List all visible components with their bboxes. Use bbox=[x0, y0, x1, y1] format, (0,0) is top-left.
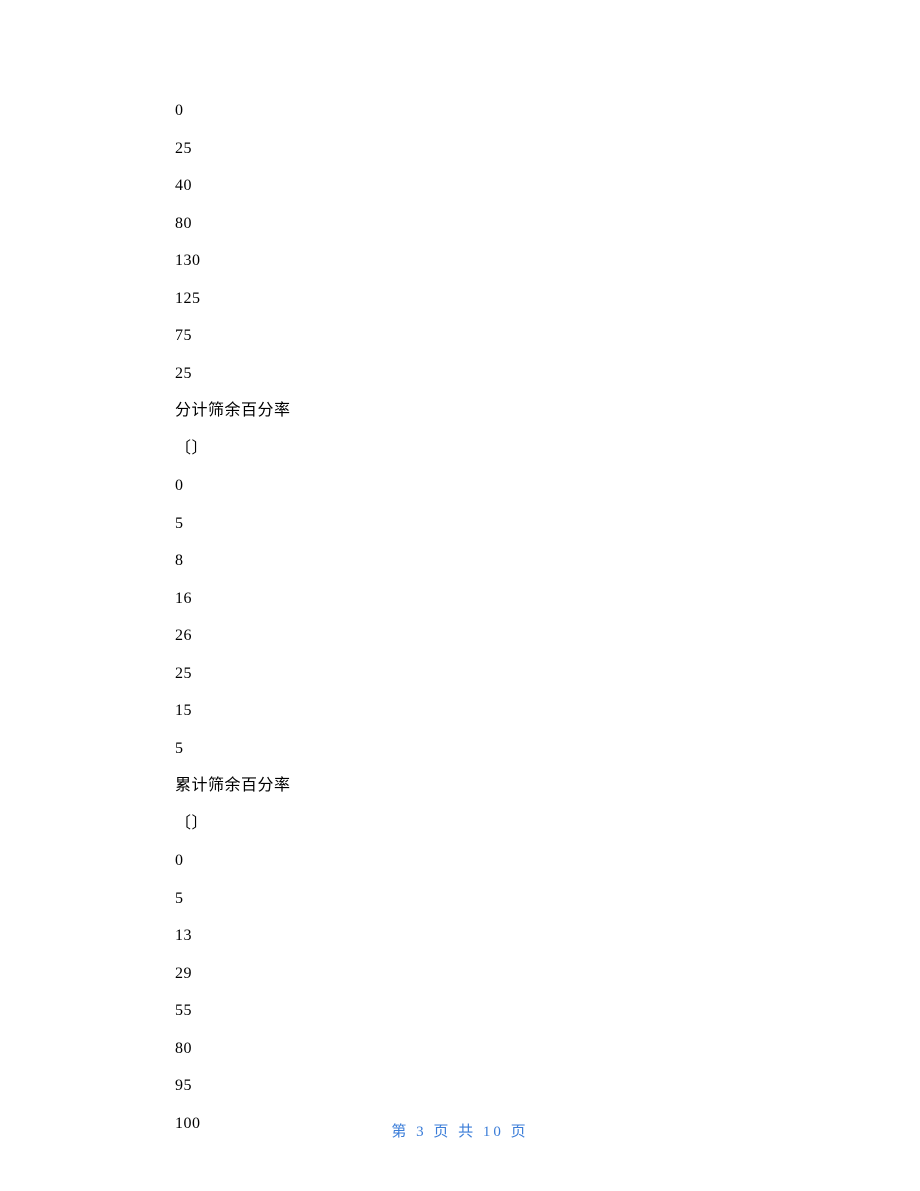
text-line: 80 bbox=[175, 1041, 745, 1057]
text-line: 5 bbox=[175, 891, 745, 907]
page-footer: 第 3 页 共 10 页 bbox=[0, 1120, 920, 1141]
footer-prefix: 第 bbox=[391, 1124, 416, 1140]
text-line: 0 bbox=[175, 478, 745, 494]
text-line: 25 bbox=[175, 141, 745, 157]
text-line: 125 bbox=[175, 291, 745, 307]
text-line: 75 bbox=[175, 328, 745, 344]
text-line: 13 bbox=[175, 928, 745, 944]
text-line: 15 bbox=[175, 703, 745, 719]
text-line: 40 bbox=[175, 178, 745, 194]
text-line: 55 bbox=[175, 1003, 745, 1019]
footer-suffix: 页 bbox=[504, 1124, 529, 1140]
footer-current-page: 3 bbox=[416, 1124, 427, 1140]
text-line: 5 bbox=[175, 741, 745, 757]
text-line: 16 bbox=[175, 591, 745, 607]
text-line: 25 bbox=[175, 666, 745, 682]
text-line: 80 bbox=[175, 216, 745, 232]
document-content: 0 25 40 80 130 125 75 25 分计筛余百分率 〔〕 0 5 … bbox=[175, 103, 745, 1153]
text-line: 0 bbox=[175, 103, 745, 119]
text-line: 0 bbox=[175, 853, 745, 869]
text-line: 累计筛余百分率 bbox=[175, 778, 745, 794]
text-line: 29 bbox=[175, 966, 745, 982]
text-line: 95 bbox=[175, 1078, 745, 1094]
text-line: 〔〕 bbox=[175, 441, 745, 457]
text-line: 分计筛余百分率 bbox=[175, 403, 745, 419]
text-line: 〔〕 bbox=[175, 816, 745, 832]
footer-middle: 页 共 bbox=[427, 1124, 483, 1140]
text-line: 26 bbox=[175, 628, 745, 644]
text-line: 130 bbox=[175, 253, 745, 269]
footer-total-pages: 10 bbox=[483, 1124, 504, 1140]
text-line: 25 bbox=[175, 366, 745, 382]
text-line: 5 bbox=[175, 516, 745, 532]
text-line: 8 bbox=[175, 553, 745, 569]
